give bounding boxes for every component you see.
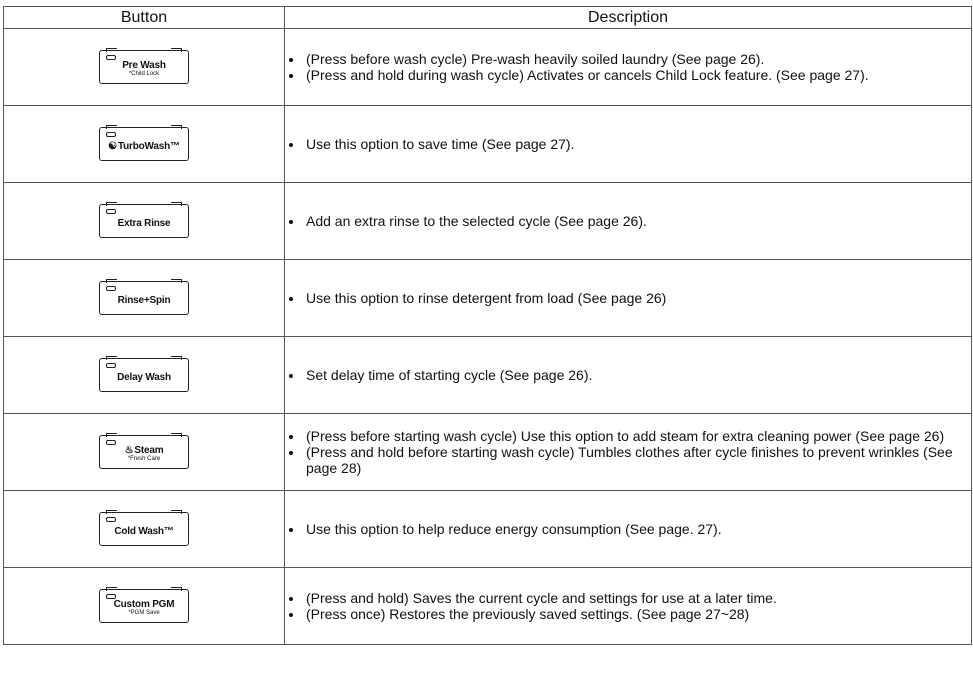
- table-row: Extra Rinse Add an extra rinse to the sel…: [3, 182, 972, 260]
- indicator-light-icon: [106, 440, 116, 445]
- indicator-light-icon: [106, 286, 116, 291]
- button-label-text: Pre Wash: [122, 60, 166, 71]
- panel-button-illustration: Delay Wash: [99, 356, 189, 392]
- description-item: Set delay time of starting cycle (See pa…: [304, 367, 965, 383]
- button-label: Pre Wash: [100, 51, 188, 71]
- description-item: Use this option to save time (See page 2…: [304, 136, 965, 152]
- button-cell: Pre Wash *Child Lock: [3, 28, 285, 106]
- description-list: Use this option to save time (See page 2…: [289, 136, 965, 152]
- description-list: Use this option to help reduce energy co…: [289, 521, 965, 537]
- panel-button-illustration: Custom PGM *PGM Save: [99, 587, 189, 623]
- description-cell: Set delay time of starting cycle (See pa…: [284, 336, 972, 414]
- button-label-text: Rinse+Spin: [117, 295, 171, 306]
- indicator-light-icon: [106, 517, 116, 522]
- button-cell: Extra Rinse: [3, 182, 285, 260]
- indicator-light-icon: [106, 55, 116, 60]
- panel-button-illustration: ☯TurboWash™: [99, 125, 189, 161]
- description-cell: (Press before starting wash cycle) Use t…: [284, 413, 972, 491]
- panel-button-illustration: ♨Steam *Fresh Care: [99, 433, 189, 469]
- button-label-text: Cold Wash™: [114, 526, 174, 537]
- button-label: Custom PGM: [100, 590, 188, 610]
- table-row: Cold Wash™ Use this option to help reduce…: [3, 490, 972, 568]
- description-item: (Press and hold during wash cycle) Activ…: [304, 67, 965, 83]
- button-label-text: Extra Rinse: [117, 218, 171, 229]
- button-label: ♨Steam: [100, 436, 188, 456]
- description-item: Use this option to help reduce energy co…: [304, 521, 965, 537]
- button-cell: Cold Wash™: [3, 490, 285, 568]
- description-list: Use this option to rinse detergent from …: [289, 290, 965, 306]
- indicator-light-icon: [106, 363, 116, 368]
- header-row: Button Description: [3, 6, 972, 29]
- indicator-light-icon: [106, 209, 116, 214]
- button-label-text: Steam: [134, 445, 164, 456]
- indicator-light-icon: [106, 132, 116, 137]
- button-label-text: TurboWash™: [117, 141, 180, 152]
- header-button: Button: [3, 6, 285, 29]
- steam-icon: ♨: [124, 445, 134, 456]
- description-item: Use this option to rinse detergent from …: [304, 290, 965, 306]
- description-item: Add an extra rinse to the selected cycle…: [304, 213, 965, 229]
- button-cell: ☯TurboWash™: [3, 105, 285, 183]
- button-sub-label: *Fresh Care: [127, 456, 161, 462]
- description-item: (Press before wash cycle) Pre-wash heavi…: [304, 51, 965, 67]
- description-cell: Use this option to save time (See page 2…: [284, 105, 972, 183]
- panel-button-illustration: Pre Wash *Child Lock: [99, 48, 189, 84]
- table-body: Pre Wash*Child Lock (Press before wash cy…: [3, 28, 972, 645]
- description-cell: Add an extra rinse to the selected cycle…: [284, 182, 972, 260]
- description-list: (Press before starting wash cycle) Use t…: [289, 428, 965, 476]
- indicator-light-icon: [106, 594, 116, 599]
- panel-button-illustration: Extra Rinse: [99, 202, 189, 238]
- description-item: (Press and hold before starting wash cyc…: [304, 444, 965, 476]
- description-item: (Press once) Restores the previously sav…: [304, 606, 965, 622]
- description-list: Set delay time of starting cycle (See pa…: [289, 367, 965, 383]
- description-item: (Press and hold) Saves the current cycle…: [304, 590, 965, 606]
- description-cell: (Press before wash cycle) Pre-wash heavi…: [284, 28, 972, 106]
- button-sub-label: *Child Lock: [128, 71, 160, 77]
- description-list: (Press and hold) Saves the current cycle…: [289, 590, 965, 622]
- button-cell: Rinse+Spin: [3, 259, 285, 337]
- table-row: Rinse+Spin Use this option to rinse deter…: [3, 259, 972, 337]
- table-row: Custom PGM*PGM Save (Press and hold) Save…: [3, 567, 972, 645]
- turbowash-icon: ☯: [108, 141, 117, 152]
- button-cell: ♨Steam *Fresh Care: [3, 413, 285, 491]
- description-list: (Press before wash cycle) Pre-wash heavi…: [289, 51, 965, 83]
- button-cell: Custom PGM *PGM Save: [3, 567, 285, 645]
- panel-button-illustration: Cold Wash™: [99, 510, 189, 546]
- button-cell: Delay Wash: [3, 336, 285, 414]
- panel-button-illustration: Rinse+Spin: [99, 279, 189, 315]
- header-description: Description: [284, 6, 972, 29]
- button-sub-label: *PGM Save: [128, 610, 160, 616]
- table-row: Pre Wash*Child Lock (Press before wash cy…: [3, 28, 972, 106]
- description-list: Add an extra rinse to the selected cycle…: [289, 213, 965, 229]
- description-cell: Use this option to help reduce energy co…: [284, 490, 972, 568]
- button-label-text: Custom PGM: [113, 599, 175, 610]
- button-description-table: Button Description Pre Wash*Child Lock (P…: [3, 6, 972, 645]
- description-item: (Press before starting wash cycle) Use t…: [304, 428, 965, 444]
- description-cell: Use this option to rinse detergent from …: [284, 259, 972, 337]
- button-label-text: Delay Wash: [117, 372, 171, 383]
- table-row: Delay Wash Set delay time of starting cyc…: [3, 336, 972, 414]
- table-row: ☯TurboWash™ Use this option to save time …: [3, 105, 972, 183]
- table-row: ♨Steam*Fresh Care (Press before starting …: [3, 413, 972, 491]
- description-cell: (Press and hold) Saves the current cycle…: [284, 567, 972, 645]
